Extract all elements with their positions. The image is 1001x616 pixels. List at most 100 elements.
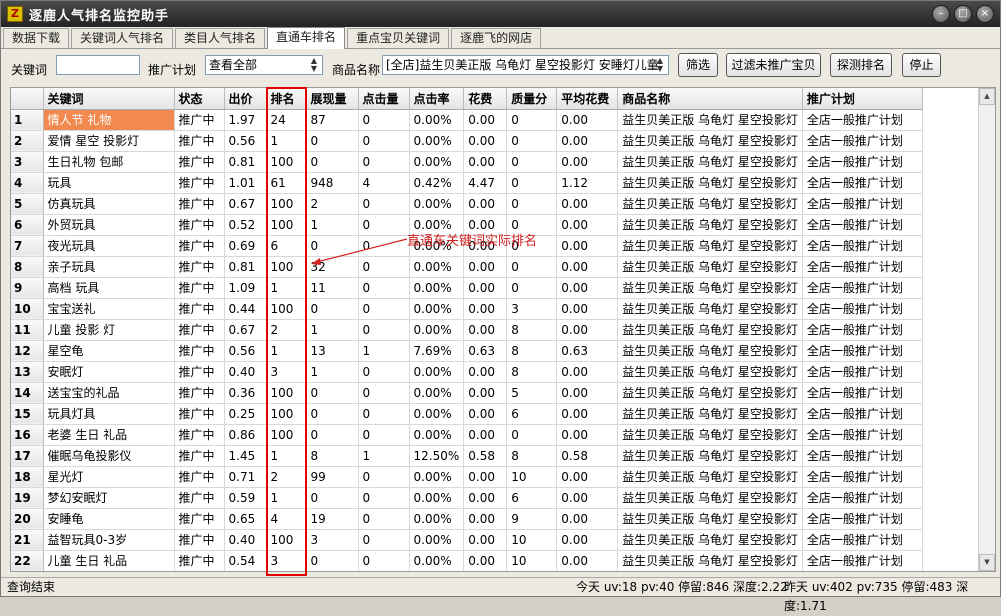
table-cell[interactable]: 0 [358, 550, 410, 571]
table-cell[interactable]: 0.00 [556, 361, 619, 383]
table-cell[interactable]: 0.63 [463, 340, 508, 362]
row-number[interactable]: 21 [11, 529, 44, 551]
table-cell[interactable]: 0.00 [556, 529, 619, 551]
table-cell[interactable]: 1.45 [224, 445, 267, 467]
table-cell[interactable]: 0.00 [556, 466, 619, 488]
table-row[interactable]: 22 儿童 生日 礼品 推广中 0.54 3 0 0 0.00% 0.00 10 0.00 益生贝美正… [11, 550, 923, 571]
table-cell[interactable]: 0.00 [463, 550, 508, 571]
table-cell[interactable]: 全店一般推广计划 [802, 340, 923, 362]
table-cell[interactable]: 0 [358, 193, 410, 215]
table-cell[interactable]: 全店一般推广计划 [802, 508, 923, 530]
table-cell[interactable]: 0 [358, 151, 410, 173]
row-number[interactable]: 17 [11, 445, 44, 467]
column-header[interactable]: 点击率 [409, 88, 465, 110]
table-cell[interactable]: 宝宝送礼 [43, 298, 175, 320]
tab-0[interactable]: 数据下载 [3, 28, 70, 48]
table-cell[interactable]: 0.00 [556, 550, 619, 571]
row-number[interactable]: 3 [11, 151, 44, 173]
table-row[interactable]: 14 送宝宝的礼品 推广中 0.36 100 0 0 0.00% 0.00 5 0.00 益生贝美正版… [11, 382, 923, 404]
row-number[interactable]: 4 [11, 172, 44, 194]
row-number[interactable]: 19 [11, 487, 44, 509]
table-cell[interactable]: 情人节 礼物 [43, 109, 175, 131]
table-cell[interactable]: 推广中 [174, 424, 225, 446]
table-cell[interactable]: 0.65 [224, 508, 267, 530]
column-header[interactable]: 出价 [224, 88, 267, 110]
table-cell[interactable]: 0.00 [463, 298, 508, 320]
table-cell[interactable]: 0 [358, 382, 410, 404]
table-cell[interactable]: 0.00 [463, 424, 508, 446]
table-cell[interactable]: 推广中 [174, 277, 225, 299]
table-cell[interactable]: 8 [306, 445, 359, 467]
table-cell[interactable]: 0 [506, 277, 558, 299]
table-cell[interactable]: 0.00 [556, 193, 619, 215]
table-cell[interactable]: 0.63 [556, 340, 619, 362]
table-cell[interactable]: 推广中 [174, 382, 225, 404]
tab-5[interactable]: 逐鹿飞的网店 [451, 28, 542, 48]
table-cell[interactable]: 6 [266, 235, 307, 257]
table-cell[interactable]: 10 [506, 550, 558, 571]
row-number[interactable]: 14 [11, 382, 44, 404]
column-header[interactable]: 质量分 [506, 88, 558, 110]
scroll-down-icon[interactable]: ▼ [979, 554, 995, 571]
table-cell[interactable]: 0 [306, 424, 359, 446]
table-cell[interactable]: 10 [506, 466, 558, 488]
table-cell[interactable]: 外贸玩具 [43, 214, 175, 236]
table-cell[interactable]: 推广中 [174, 256, 225, 278]
table-cell[interactable]: 0.58 [556, 445, 619, 467]
table-row[interactable]: 1 情人节 礼物 推广中 1.97 24 87 0 0.00% 0.00 0 0.00 益生贝美正版 … [11, 109, 923, 131]
table-cell[interactable]: 0 [506, 256, 558, 278]
table-cell[interactable]: 0 [358, 487, 410, 509]
table-cell[interactable]: 87 [306, 109, 359, 131]
table-cell[interactable]: 推广中 [174, 508, 225, 530]
table-row[interactable]: 8 亲子玩具 推广中 0.81 100 32 0 0.00% 0.00 0 0.00 益生贝美正版 乌… [11, 256, 923, 278]
table-cell[interactable]: 3 [506, 298, 558, 320]
product-select[interactable]: [全店]益生贝美正版 乌龟灯 星空投影灯 安睡灯儿童 ▲ ▼ [382, 55, 669, 75]
table-cell[interactable]: 益智玩具0-3岁 [43, 529, 175, 551]
table-cell[interactable]: 0 [358, 130, 410, 152]
close-icon[interactable]: × [976, 5, 994, 23]
column-header[interactable]: 排名 [266, 88, 307, 110]
table-cell[interactable]: 1 [266, 487, 307, 509]
table-cell[interactable]: 全店一般推广计划 [802, 256, 923, 278]
table-cell[interactable]: 0.81 [224, 256, 267, 278]
table-cell[interactable]: 100 [266, 256, 307, 278]
table-cell[interactable]: 0.56 [224, 340, 267, 362]
table-cell[interactable]: 0 [306, 382, 359, 404]
table-cell[interactable]: 1 [358, 340, 410, 362]
table-cell[interactable]: 0.00 [463, 508, 508, 530]
table-cell[interactable]: 益生贝美正版 乌龟灯 星空投影灯 [617, 214, 803, 236]
minimize-icon[interactable]: – [932, 5, 950, 23]
table-cell[interactable]: 13 [306, 340, 359, 362]
table-cell[interactable]: 0.67 [224, 193, 267, 215]
title-bar[interactable]: Z 逐鹿人气排名监控助手 – □ × [1, 1, 1000, 27]
table-cell[interactable]: 1.01 [224, 172, 267, 194]
table-cell[interactable]: 全店一般推广计划 [802, 445, 923, 467]
table-cell[interactable]: 0.36 [224, 382, 267, 404]
row-number[interactable]: 20 [11, 508, 44, 530]
table-cell[interactable]: 61 [266, 172, 307, 194]
table-cell[interactable]: 推广中 [174, 109, 225, 131]
table-cell[interactable]: 亲子玩具 [43, 256, 175, 278]
table-cell[interactable]: 推广中 [174, 151, 225, 173]
table-cell[interactable]: 全店一般推广计划 [802, 130, 923, 152]
table-cell[interactable]: 0.00 [556, 298, 619, 320]
table-cell[interactable]: 0.40 [224, 361, 267, 383]
row-number[interactable]: 8 [11, 256, 44, 278]
table-cell[interactable]: 2 [266, 319, 307, 341]
table-cell[interactable]: 0 [506, 109, 558, 131]
table-cell[interactable]: 100 [266, 151, 307, 173]
table-cell[interactable]: 爱情 星空 投影灯 [43, 130, 175, 152]
table-cell[interactable]: 益生贝美正版 乌龟灯 星空投影灯 [617, 382, 803, 404]
table-row[interactable]: 2 爱情 星空 投影灯 推广中 0.56 1 0 0 0.00% 0.00 0 0.00 益生贝美正版… [11, 130, 923, 152]
tab-2[interactable]: 类目人气排名 [175, 28, 266, 48]
table-cell[interactable]: 益生贝美正版 乌龟灯 星空投影灯 [617, 550, 803, 571]
table-cell[interactable]: 0.00 [463, 529, 508, 551]
table-cell[interactable]: 0.00% [409, 277, 465, 299]
table-cell[interactable]: 全店一般推广计划 [802, 319, 923, 341]
table-cell[interactable]: 益生贝美正版 乌龟灯 星空投影灯 [617, 403, 803, 425]
table-cell[interactable]: 夜光玩具 [43, 235, 175, 257]
table-cell[interactable]: 1.12 [556, 172, 619, 194]
table-cell[interactable]: 0.00 [556, 109, 619, 131]
table-cell[interactable]: 0 [358, 298, 410, 320]
table-cell[interactable]: 12.50% [409, 445, 465, 467]
